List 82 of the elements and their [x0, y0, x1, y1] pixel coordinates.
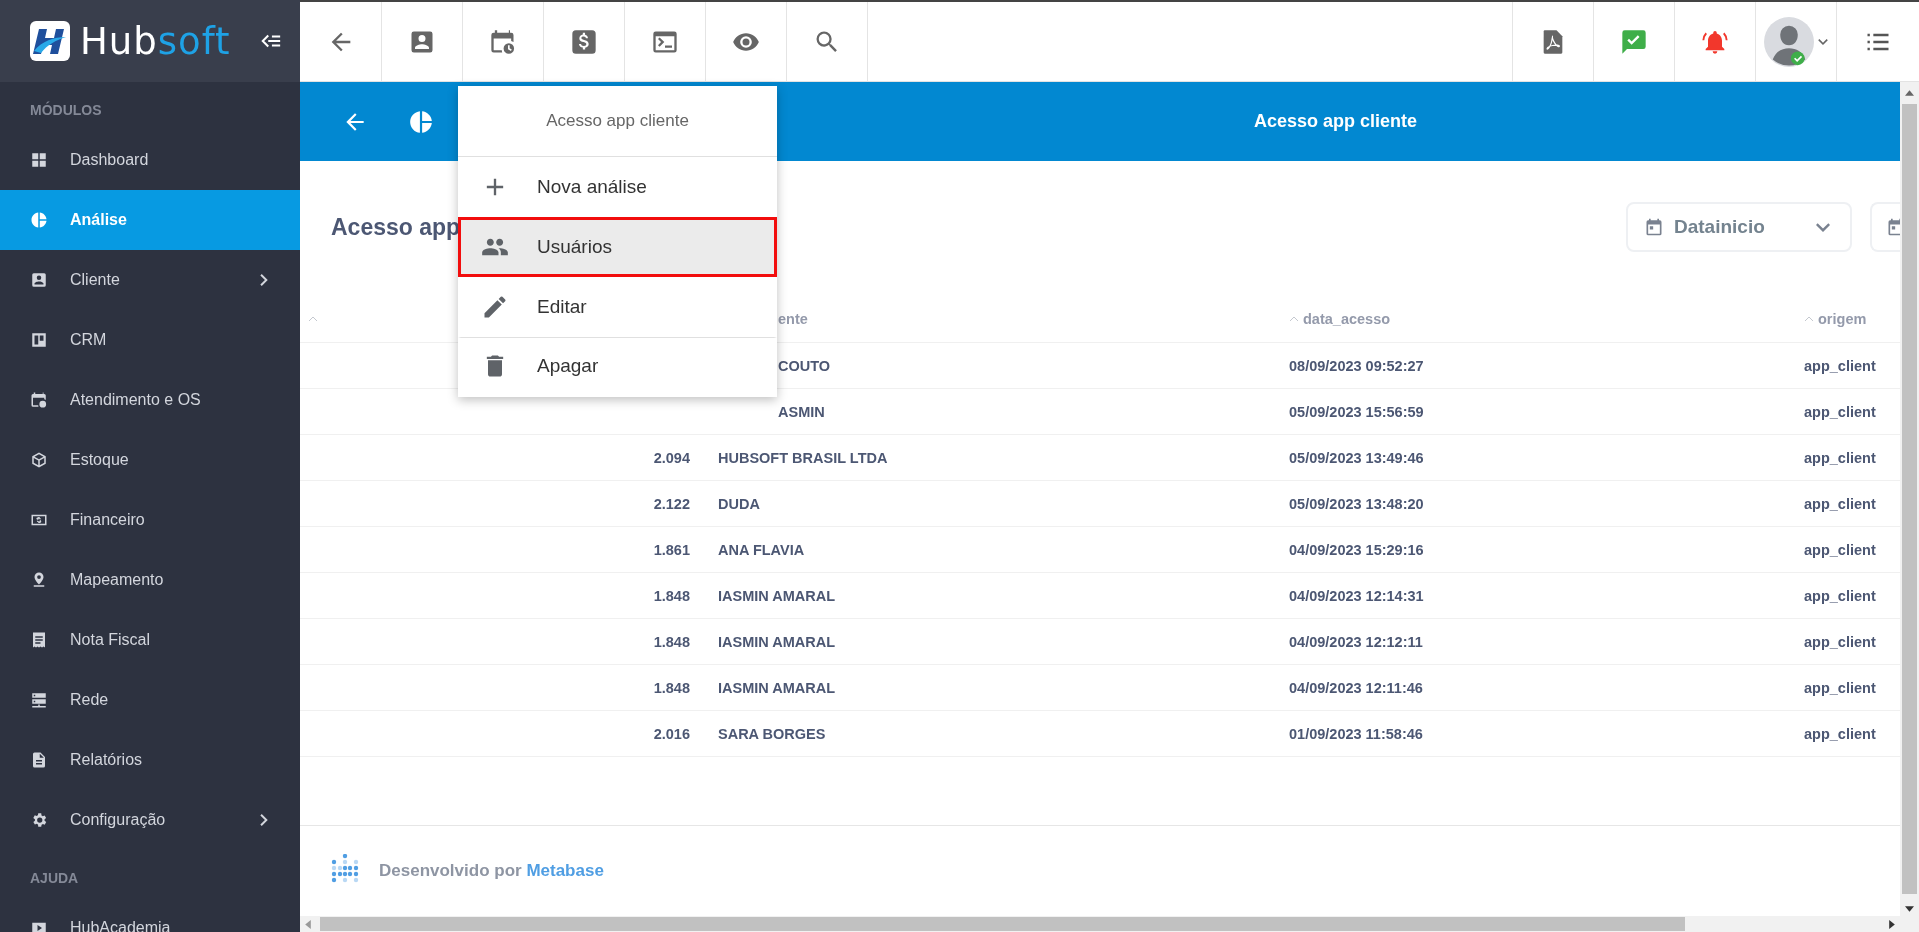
date-filter-dropdown[interactable] [1870, 202, 1900, 252]
person-card-icon [30, 271, 48, 289]
sidebar-item[interactable]: Configuração [0, 790, 300, 850]
dollar-icon [570, 27, 598, 56]
table-cell: 04/09/2023 15:29:16 [1289, 541, 1424, 558]
menu-item[interactable]: Editar [458, 277, 777, 337]
scroll-up-icon[interactable] [1905, 90, 1914, 96]
board-icon [30, 331, 48, 349]
sidebar-item[interactable]: Relatórios [0, 730, 300, 790]
table-cell: ANA FLAVIA [718, 541, 805, 558]
table-cell: 2.094 [653, 449, 690, 466]
table-cell: app_client [1804, 541, 1876, 558]
cube-icon [30, 451, 48, 469]
table-cell: 05/09/2023 15:56:59 [1289, 403, 1424, 420]
menu-item[interactable]: Apagar [458, 337, 777, 397]
pie-chart-icon [30, 211, 48, 229]
receipt-icon [30, 631, 48, 649]
grid-icon [30, 151, 48, 169]
horizontal-scrollbar[interactable] [300, 916, 1900, 932]
table-cell: 05/09/2023 13:48:20 [1289, 495, 1424, 512]
table-cell: app_client [1804, 403, 1876, 420]
table-cell: 05/09/2023 13:49:46 [1289, 449, 1424, 466]
table-cell: app_client [1804, 449, 1876, 466]
table-cell: app_client [1804, 679, 1876, 696]
vertical-scrollbar[interactable] [1900, 82, 1919, 932]
table-cell: 04/09/2023 12:12:11 [1289, 633, 1423, 650]
sidebar-item[interactable]: Financeiro [0, 490, 300, 550]
date-filter-dropdown[interactable]: Datainicio [1626, 202, 1852, 252]
scroll-down-icon[interactable] [1905, 906, 1914, 912]
avatar-icon [1764, 16, 1814, 67]
calendar-clock-icon [489, 27, 517, 56]
sidebar-item[interactable]: Dashboard [0, 130, 300, 190]
table-cell: 2.122 [653, 495, 690, 512]
table-cell: 01/09/2023 11:58:46 [1289, 725, 1423, 742]
page-title: Acesso app [331, 213, 461, 241]
sidebar-item[interactable]: Cliente [0, 250, 300, 310]
table-cell: app_client [1804, 357, 1876, 374]
sidebar-item[interactable]: Nota Fiscal [0, 610, 300, 670]
table-cell: 04/09/2023 12:11:46 [1289, 679, 1423, 696]
calendar-clock-icon [30, 391, 48, 409]
table-cell: app_client [1804, 633, 1876, 650]
table-cell: HUBSOFT BRASIL LTDA [718, 449, 888, 466]
table-cell: 1.848 [653, 679, 690, 696]
sidebar-item[interactable]: Rede [0, 670, 300, 730]
table-cell: IASMIN AMARAL [718, 587, 836, 604]
header-title: Acesso app cliente [1254, 111, 1418, 132]
table-cell: SARA BORGES [718, 725, 826, 742]
chat-check-icon [1620, 27, 1648, 56]
pie-chart-icon [408, 108, 434, 135]
calendar-icon [1644, 217, 1664, 237]
table-cell: app_client [1804, 587, 1876, 604]
table-cell: app_client [1804, 495, 1876, 512]
table-cell: app_client [1804, 725, 1876, 742]
scroll-left-icon[interactable] [305, 919, 311, 929]
menu-item[interactable]: Nova análise [458, 157, 777, 217]
logo-text: Hubsoft [80, 19, 231, 63]
section-label: MÓDULOS [29, 100, 103, 120]
scroll-right-icon[interactable] [1889, 919, 1895, 929]
sidebar-item[interactable]: Atendimento e OS [0, 370, 300, 430]
menu-item[interactable]: Usuários [458, 217, 777, 277]
menu-title: Acesso app cliente [458, 86, 777, 157]
logo-icon [30, 21, 70, 61]
table-cell: 1.861 [653, 541, 690, 558]
table-cell-text: COUTO [777, 357, 831, 374]
sidebar-item[interactable]: Estoque [0, 430, 300, 490]
table-cell: DUDA [718, 495, 760, 512]
table-cell: 2.016 [653, 725, 690, 742]
document-icon [30, 751, 48, 769]
table-cell: 08/09/2023 09:52:27 [1289, 357, 1424, 374]
server-icon [30, 691, 48, 709]
table-cell: 04/09/2023 12:14:31 [1289, 587, 1424, 604]
table-cell: 1.848 [653, 633, 690, 650]
table-cell: 1.848 [653, 587, 690, 604]
table-cell-text: ASMIN [777, 403, 825, 420]
sidebar-item[interactable]: CRM [0, 310, 300, 370]
chevron-down-icon [1816, 222, 1830, 232]
section-label: AJUDA [29, 869, 80, 888]
table-cell: IASMIN AMARAL [718, 633, 836, 650]
chevron-down-icon [1818, 38, 1828, 45]
table-cell: IASMIN AMARAL [718, 679, 836, 696]
powered-by-text: Desenvolvido por Metabase [379, 861, 604, 881]
sidebar-item[interactable]: Mapeamento [0, 550, 300, 610]
